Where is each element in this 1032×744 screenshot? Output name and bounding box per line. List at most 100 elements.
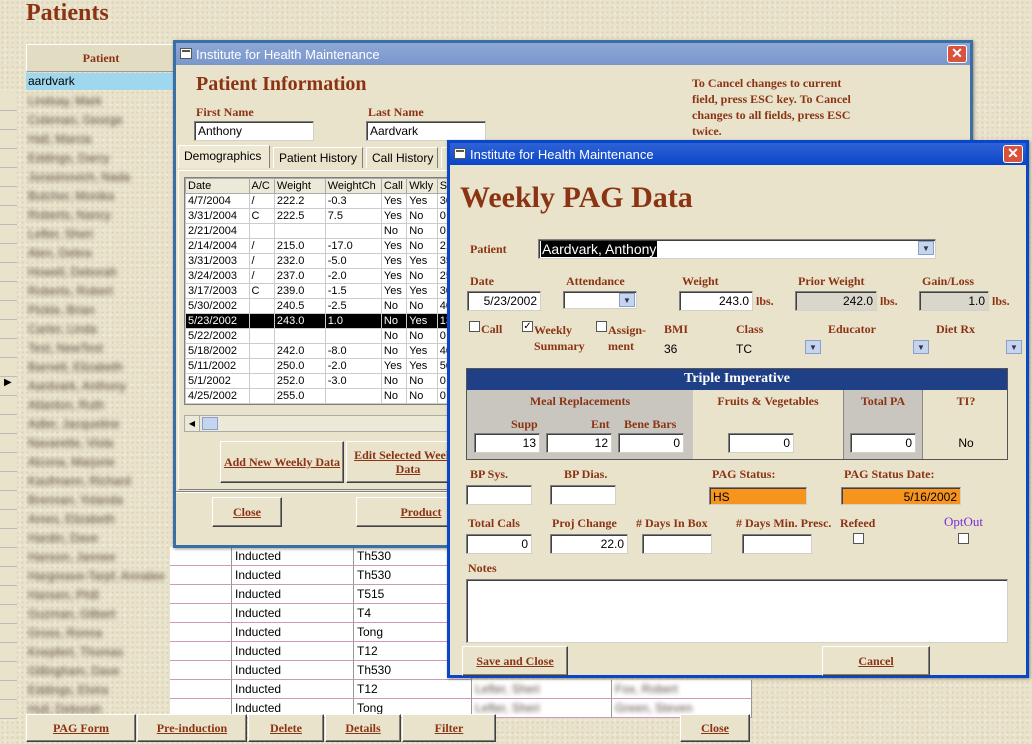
record-selector[interactable] — [0, 187, 17, 206]
list-item[interactable]: Roberts, Nancy — [26, 206, 172, 225]
record-selector[interactable] — [0, 282, 17, 301]
record-selector[interactable] — [0, 700, 17, 719]
chevron-down-icon[interactable]: ▼ — [619, 293, 635, 307]
list-item[interactable]: Lefter, Sheri — [26, 225, 172, 244]
fruits-veg-field[interactable]: 0 — [728, 433, 794, 453]
details-button[interactable]: Details — [325, 714, 401, 742]
column-header[interactable]: Date — [185, 178, 250, 194]
cancel-button[interactable]: Cancel — [822, 646, 930, 676]
column-header[interactable]: Weight — [273, 178, 326, 194]
chevron-down-icon[interactable]: ▼ — [913, 340, 929, 354]
table-row[interactable]: 4/7/2004/222.2-0.3YesYes303 — [185, 193, 447, 209]
total-pa-field[interactable]: 0 — [850, 433, 916, 453]
first-name-field[interactable]: Anthony — [194, 121, 314, 141]
bene-bars-field[interactable]: 0 — [618, 433, 684, 453]
list-item[interactable]: Coleman, George — [26, 111, 172, 130]
record-selector[interactable] — [0, 567, 17, 586]
add-weekly-data-button[interactable]: Add New Weekly Data — [220, 441, 344, 483]
table-row[interactable]: 5/18/2002242.0-8.0NoYes401 — [185, 343, 447, 359]
call-checkbox[interactable] — [469, 321, 480, 332]
optout-checkbox[interactable] — [958, 533, 969, 544]
list-item[interactable]: Gillingham, Dave — [26, 662, 172, 681]
record-selector[interactable] — [0, 624, 17, 643]
record-selector[interactable] — [0, 605, 17, 624]
tab-call-history[interactable]: Call History — [366, 147, 438, 168]
list-item[interactable]: Knepfert, Thomas — [26, 643, 172, 662]
list-item[interactable]: Brennan, Yolanda — [26, 491, 172, 510]
list-item[interactable]: Hanson, Jannee — [26, 548, 172, 567]
delete-button[interactable]: Delete — [248, 714, 324, 742]
list-item[interactable]: Hansen, Phill — [26, 586, 172, 605]
record-selector[interactable] — [0, 491, 17, 510]
proj-change-field[interactable]: 22.0 — [550, 534, 628, 554]
close-icon[interactable]: ✕ — [947, 45, 967, 63]
record-selector[interactable] — [0, 206, 17, 225]
table-row[interactable]: 3/31/2004C222.57.5YesNo00 — [185, 208, 447, 224]
list-item[interactable]: Kaufmann, Richard — [26, 472, 172, 491]
list-item[interactable]: Jurasinovich, Nada — [26, 168, 172, 187]
table-row[interactable]: 3/31/2003/232.0-5.0YesYes353 — [185, 253, 447, 269]
table-row[interactable]: 2/14/2004/215.0-17.0YesNo212 — [185, 238, 447, 254]
record-selector[interactable] — [0, 263, 17, 282]
total-cals-field[interactable]: 0 — [466, 534, 532, 554]
tab-patient-history[interactable]: Patient History — [273, 147, 363, 168]
record-selector[interactable] — [0, 301, 17, 320]
record-selector[interactable] — [0, 453, 17, 472]
record-selector[interactable] — [0, 434, 17, 453]
list-item[interactable]: Atlanton, Ruth — [26, 396, 172, 415]
list-item[interactable]: Aardvark, Anthony — [26, 377, 172, 396]
scroll-thumb[interactable] — [202, 417, 218, 430]
list-item[interactable]: Ames, Elizabeth — [26, 510, 172, 529]
list-item[interactable]: Roberts, Robert — [26, 282, 172, 301]
table-row[interactable]: 2/21/2004NoNo00 — [185, 223, 447, 239]
patient-info-close-button[interactable]: Close — [212, 497, 282, 527]
list-item[interactable]: Test, NewTest — [26, 339, 172, 358]
date-field[interactable]: 5/23/2002 — [467, 291, 541, 311]
list-item[interactable]: Alcona, Marjorie — [26, 453, 172, 472]
tab-demographics[interactable]: Demographics — [178, 145, 270, 168]
pag-titlebar[interactable]: Institute for Health Maintenance ✕ — [450, 143, 1026, 165]
list-item[interactable]: Adler, Jacqueline — [26, 415, 172, 434]
table-row[interactable]: 5/1/2002252.0-3.0NoNo00 — [185, 373, 447, 389]
record-selector[interactable] — [0, 586, 17, 605]
supp-field[interactable]: 13 — [474, 433, 540, 453]
table-row[interactable]: 5/22/2002NoNo00 — [185, 328, 447, 344]
column-header[interactable]: A/C — [248, 178, 275, 194]
record-selector[interactable] — [0, 529, 17, 548]
table-row[interactable]: 4/25/2002255.0NoNo00 — [185, 388, 447, 404]
assignment-checkbox[interactable] — [596, 321, 607, 332]
horizontal-scrollbar[interactable]: ◀ — [184, 415, 448, 432]
scroll-left-icon[interactable]: ◀ — [185, 416, 200, 431]
record-selector[interactable] — [0, 643, 17, 662]
attendance-combo[interactable]: ▼ — [563, 291, 637, 309]
list-item[interactable]: Hardin, Dave — [26, 529, 172, 548]
table-row[interactable]: 3/24/2003/237.0-2.0YesNo252 — [185, 268, 447, 284]
record-selector[interactable] — [0, 472, 17, 491]
notes-field[interactable] — [466, 579, 1008, 643]
list-item[interactable]: Guzman, Gilbert — [26, 605, 172, 624]
list-item[interactable]: Howell, Deborah — [26, 263, 172, 282]
chevron-down-icon[interactable]: ▼ — [1006, 340, 1022, 354]
record-selector[interactable] — [0, 548, 17, 567]
pag-window[interactable]: Institute for Health Maintenance ✕ Weekl… — [447, 140, 1029, 678]
pag-form-button[interactable]: PAG Form — [26, 714, 136, 742]
list-item[interactable]: Navarette, Viola — [26, 434, 172, 453]
record-selector[interactable] — [0, 396, 17, 415]
bp-sys-field[interactable] — [466, 485, 532, 505]
table-row[interactable]: 5/23/2002243.01.0NoYes131 — [185, 313, 447, 329]
record-selector[interactable] — [0, 662, 17, 681]
record-selector[interactable] — [0, 510, 17, 529]
days-min-presc-field[interactable] — [742, 534, 812, 554]
pag-status-date-field[interactable]: 5/16/2002 — [841, 487, 961, 505]
list-item[interactable]: Barnett, Elizabeth — [26, 358, 172, 377]
pre-induction-button[interactable]: Pre-induction — [137, 714, 247, 742]
table-row[interactable]: 5/30/2002240.5-2.5NoNo402 — [185, 298, 447, 314]
list-item[interactable]: Pickle, Brian — [26, 301, 172, 320]
record-selector[interactable] — [0, 244, 17, 263]
record-selector[interactable] — [0, 225, 17, 244]
record-selector[interactable] — [0, 111, 17, 130]
list-item[interactable]: Gross, Ronna — [26, 624, 172, 643]
list-item[interactable]: Alen, Debra — [26, 244, 172, 263]
days-in-box-field[interactable] — [642, 534, 712, 554]
bp-dias-field[interactable] — [550, 485, 616, 505]
